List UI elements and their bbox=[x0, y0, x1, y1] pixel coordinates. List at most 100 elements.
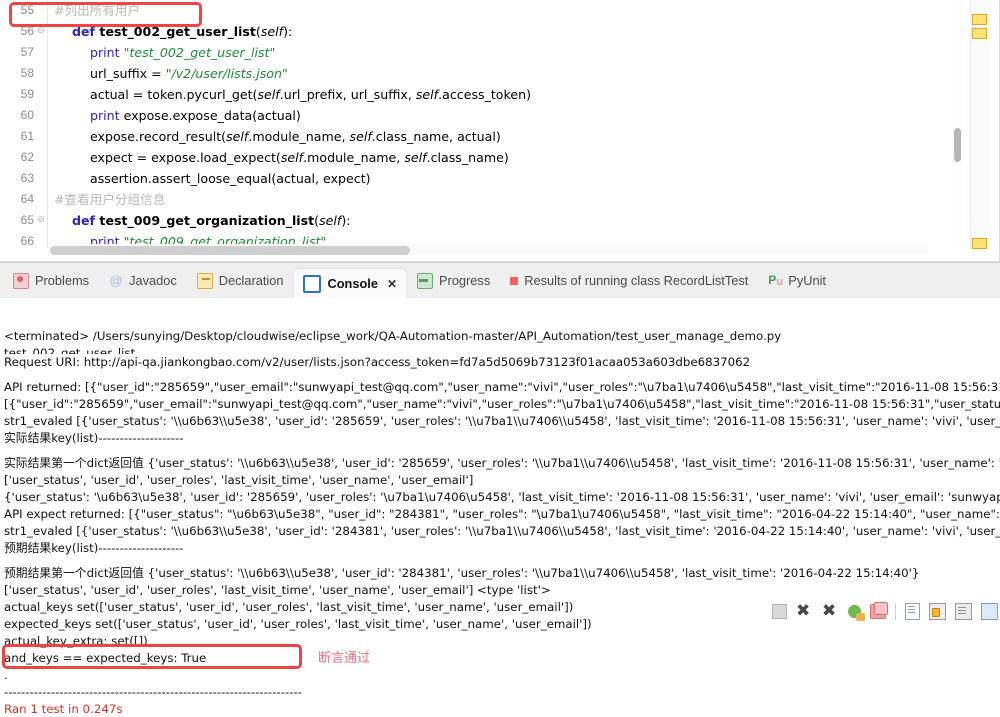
code-token: test_002_get_user_list bbox=[99, 24, 256, 39]
line-number: 58 bbox=[20, 66, 34, 80]
code-line[interactable]: 65 ⊖ def test_009_get_organization_list(se… bbox=[0, 210, 948, 231]
code-token: "/v2/user/lists.json" bbox=[165, 66, 288, 81]
line-number: 59 bbox=[20, 87, 34, 101]
console-line: actual_key_extra: set([]) bbox=[4, 634, 148, 648]
code-line-text: print "test_002_get_user_list" bbox=[48, 42, 275, 63]
code-token: .module_name, bbox=[248, 129, 350, 144]
code-token: self bbox=[260, 24, 284, 39]
line-number: 66 bbox=[20, 234, 34, 248]
tab-pyunit[interactable]: PyUnit bbox=[759, 268, 835, 294]
console-line: {'user_status': '\u6b63\u5e38', 'user_id… bbox=[4, 490, 1000, 504]
console-line: API expect returned: [{"user_status": "\… bbox=[4, 507, 1000, 521]
code-line-text: print expose.expose_data(actual) bbox=[48, 105, 301, 126]
code-token: expose.expose_data(actual) bbox=[123, 108, 301, 123]
overview-warning-marker[interactable] bbox=[972, 14, 987, 25]
code-token: ): bbox=[341, 213, 351, 228]
line-number: 55 bbox=[20, 3, 34, 17]
tab-progress[interactable]: Progress bbox=[408, 268, 499, 294]
tab-declaration[interactable]: Declaration bbox=[188, 268, 293, 294]
code-line[interactable]: 64 #查看用户分组信息 bbox=[0, 189, 948, 210]
code-token: self bbox=[319, 213, 342, 228]
console-line: Ran 1 test in 0.247s bbox=[4, 702, 123, 716]
tab-label: Problems bbox=[35, 272, 90, 288]
console-view[interactable]: ✖ ✖ <terminated> /Users/sunying/Desktop/c… bbox=[0, 298, 1000, 717]
code-line[interactable]: 60 print expose.expose_data(actual) bbox=[0, 105, 948, 126]
console-line: ['user_status', 'user_id', 'user_roles',… bbox=[4, 583, 551, 597]
code-token: self bbox=[404, 150, 427, 165]
code-token: print bbox=[90, 45, 124, 60]
code-line-text: def test_009_get_organization_list(self)… bbox=[48, 210, 351, 231]
code-line[interactable]: 63 assertion.assert_loose_equal(actual, e… bbox=[0, 168, 948, 189]
console-line: 预期结果key(list)-------------------- bbox=[4, 541, 184, 555]
code-token: .module_name, bbox=[303, 150, 405, 165]
code-token: test_009_get_organization_list bbox=[99, 213, 315, 228]
fold-collapse-icon[interactable]: ⊖ bbox=[34, 21, 48, 42]
problems-icon bbox=[13, 273, 29, 289]
code-token: self bbox=[349, 129, 372, 144]
line-number: 62 bbox=[20, 150, 34, 164]
declaration-icon bbox=[196, 273, 213, 289]
gutter-separator bbox=[47, 0, 48, 248]
code-text-area[interactable]: 55 #列出所有用户 56 ⊖ def test_002_get_user_list(s… bbox=[0, 0, 948, 248]
line-number: 63 bbox=[20, 171, 34, 185]
progress-icon bbox=[417, 273, 434, 289]
code-token: self bbox=[257, 87, 280, 102]
code-token: self bbox=[226, 129, 249, 144]
editor-overview-ruler[interactable] bbox=[970, 0, 991, 250]
code-line[interactable]: 55 #列出所有用户 bbox=[0, 0, 948, 21]
view-tabs[interactable]: Problems @ Javadoc Declaration Console ✕ Progr… bbox=[4, 263, 837, 299]
console-output[interactable]: <terminated> /Users/sunying/Desktop/clou… bbox=[0, 328, 1000, 717]
console-line: 实际结果key(list)-------------------- bbox=[4, 431, 184, 445]
console-line: str1_evaled [{'user_status': '\\u6b63\\u… bbox=[4, 524, 1000, 538]
code-line-text: expect = expose.load_expect(self.module_… bbox=[48, 147, 509, 168]
tab-javadoc[interactable]: @ Javadoc bbox=[100, 268, 186, 294]
line-number: 61 bbox=[20, 129, 34, 143]
code-token: def bbox=[72, 213, 100, 228]
line-number: 60 bbox=[20, 108, 34, 122]
code-line[interactable]: 61 expose.record_result(self.module_name,… bbox=[0, 126, 948, 147]
console-line: test_002_get_user_list bbox=[4, 346, 136, 354]
code-token: self bbox=[415, 87, 439, 102]
tab-label: Declaration bbox=[218, 272, 284, 288]
code-line[interactable]: 57 print "test_002_get_user_list" bbox=[0, 42, 948, 63]
code-token: ): bbox=[283, 24, 293, 39]
editor-vertical-scrollbar-track[interactable] bbox=[952, 2, 963, 248]
code-token: "test_002_get_user_list" bbox=[123, 45, 276, 60]
console-icon bbox=[303, 275, 322, 293]
tab-label: PyUnit bbox=[788, 272, 826, 288]
code-token: #查看用户分组信息 bbox=[54, 192, 166, 207]
code-line-text: #查看用户分组信息 bbox=[48, 189, 165, 210]
code-line[interactable]: 62 expect = expose.load_expect(self.modul… bbox=[0, 147, 948, 168]
tab-label: Progress bbox=[439, 272, 491, 288]
overview-warning-marker[interactable] bbox=[972, 28, 987, 39]
tab-label: Results of running class RecordListTest bbox=[524, 272, 749, 288]
overview-warning-marker[interactable] bbox=[972, 238, 987, 249]
tab-console[interactable]: Console ✕ bbox=[294, 269, 407, 299]
editor-horizontal-scrollbar-thumb[interactable] bbox=[50, 246, 410, 255]
close-icon[interactable]: ✕ bbox=[387, 277, 397, 291]
code-line-text: actual = token.pycurl_get(self.url_prefi… bbox=[48, 84, 531, 105]
tab-problems[interactable]: Problems bbox=[4, 268, 98, 294]
console-line: . bbox=[4, 668, 8, 682]
code-editor-pane[interactable]: 55 #列出所有用户 56 ⊖ def test_002_get_user_list(s… bbox=[0, 0, 1000, 262]
annotation-label-assertion-passed: 断言通过 bbox=[318, 651, 371, 666]
code-line[interactable]: 56 ⊖ def test_002_get_user_list(self): bbox=[0, 21, 948, 42]
code-token: #列出所有用户 bbox=[54, 3, 141, 18]
console-line: actual_keys set(['user_status', 'user_id… bbox=[4, 600, 574, 614]
line-number: 64 bbox=[20, 192, 34, 206]
code-line[interactable]: 58 url_suffix = "/v2/user/lists.json" bbox=[0, 63, 948, 84]
tab-results-of-running-class-recordlisttest[interactable]: Results of running class RecordListTest bbox=[501, 268, 757, 294]
console-line: 预期结果第一个dict返回值 {'user_status': '\\u6b63\… bbox=[4, 566, 920, 580]
code-token: self bbox=[280, 150, 304, 165]
console-line: ['user_status', 'user_id', 'user_roles',… bbox=[4, 473, 474, 487]
console-line: API returned: [{"user_id":"285659","user… bbox=[4, 380, 1000, 394]
code-line-text: def test_002_get_user_list(self): bbox=[48, 21, 292, 42]
code-line[interactable]: 59 actual = token.pycurl_get(self.url_pre… bbox=[0, 84, 948, 105]
fold-collapse-icon[interactable]: ⊖ bbox=[34, 210, 48, 231]
editor-vertical-scrollbar-thumb[interactable] bbox=[954, 128, 961, 162]
code-line-text: expose.record_result(self.module_name, s… bbox=[48, 126, 501, 147]
console-line: [{"user_id":"285659","user_email":"sunwy… bbox=[4, 397, 1000, 411]
line-number: 56 bbox=[20, 24, 34, 38]
